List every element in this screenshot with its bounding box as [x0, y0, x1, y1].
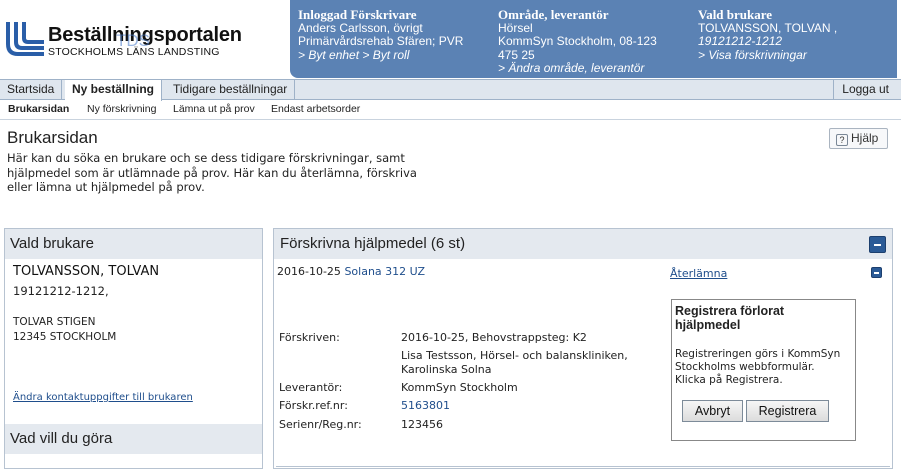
user-pnr: 19121212-1212, — [13, 284, 109, 298]
selected-user-panel-heading: Vald brukare — [5, 229, 262, 259]
selected-user-heading: Vald brukare — [698, 7, 773, 22]
supplier-label: Leverantör: — [279, 381, 343, 394]
prescriber-unit: Primärvårdsrehab Sfären; PVR — [298, 34, 464, 48]
collapse-panel-icon[interactable] — [869, 236, 886, 253]
page-description: Här kan du söka en brukare och se dess t… — [7, 151, 447, 195]
area-heading: Område, leverantör — [498, 7, 609, 22]
supplier-value: KommSyn Stockholm — [401, 381, 518, 394]
register-lost-text-line: Registreringen görs i KommSyn — [675, 348, 841, 360]
prescribed-aids-title: Förskrivna hjälpmedel (6 st) — [280, 235, 466, 252]
logout-button[interactable]: Logga ut — [833, 80, 897, 100]
register-lost-title: Registrera förlorat hjälpmedel — [675, 304, 784, 332]
subtab-brukarsidan[interactable]: Brukarsidan — [8, 103, 69, 115]
selected-user-pnr: 19121212-1212 — [698, 34, 783, 48]
logged-in-prescriber: Inloggad Förskrivare Anders Carlsson, öv… — [298, 8, 498, 62]
main-tabs: Startsida Ny beställning Tidigare bestäl… — [0, 79, 901, 101]
help-icon: ? — [836, 134, 848, 146]
selected-user: Vald brukare TOLVANSSON, TOLVAN , 191212… — [698, 8, 893, 62]
logo-overlay: TDS — [116, 31, 150, 50]
area-name: Hörsel — [498, 20, 533, 35]
prescriber-heading: Inloggad Förskrivare — [298, 7, 417, 22]
sll-logo-icon — [6, 22, 44, 56]
change-area-link[interactable]: > Ändra område, leverantör — [498, 61, 688, 76]
serial-label: Serienr/Reg.nr: — [279, 418, 362, 431]
help-label: Hjälp — [851, 131, 879, 145]
ref-value-link[interactable]: 5163801 — [401, 399, 450, 413]
page-description-line: eller lämna ut hjälpmedel på prov. — [7, 180, 205, 194]
prescribed-aids-panel: Förskrivna hjälpmedel (6 st) 2016-10-25 … — [273, 228, 893, 469]
info-bar: Inloggad Förskrivare Anders Carlsson, öv… — [290, 0, 897, 78]
change-unit-role-link[interactable]: > Byt enhet > Byt roll — [298, 48, 498, 63]
area-supplier: Område, leverantör Hörsel KommSyn Stockh… — [498, 8, 688, 76]
selected-user-name: TOLVANSSON, TOLVAN , — [698, 20, 838, 35]
serial-value: 123456 — [401, 418, 443, 431]
prescriber-name: Anders Carlsson, övrigt — [298, 20, 423, 35]
supplier-name: KommSyn Stockholm, 08-123 — [498, 34, 657, 48]
selected-user-panel: Vald brukare TOLVANSSON, TOLVAN 19121212… — [4, 228, 263, 469]
page-title: Brukarsidan — [7, 128, 98, 147]
subtab-lamna-ut-pa-prov[interactable]: Lämna ut på prov — [173, 103, 255, 115]
subtab-ny-forskrivning[interactable]: Ny förskrivning — [87, 103, 156, 115]
prescriber-line1: Lisa Testsson, Hörsel- och balansklinike… — [401, 349, 628, 362]
aid-date: 2016-10-25 — [277, 265, 341, 278]
page-description-line: hjälpmedel som är utlämnade på prov. Här… — [7, 165, 417, 180]
user-city: 12345 STOCKHOLM — [13, 331, 117, 343]
header: Beställningsportalen STOCKHOLMS LÄNS LAN… — [0, 0, 901, 80]
edit-contact-link[interactable]: Ändra kontaktuppgifter till brukaren — [13, 392, 193, 403]
what-to-do-heading: Vad vill du göra — [5, 424, 262, 454]
prescriber-line2: Karolinska Solna — [401, 363, 492, 376]
register-button[interactable]: Registrera — [746, 400, 829, 422]
tab-tidigare-bestallningar[interactable]: Tidigare beställningar — [166, 80, 296, 100]
sub-tabs: Brukarsidan Ny förskrivning Lämna ut på … — [0, 100, 901, 120]
aid-header: 2016-10-25 Solana 312 UZ — [277, 265, 425, 278]
collapse-item-icon[interactable] — [871, 267, 882, 278]
cancel-button[interactable]: Avbryt — [682, 400, 743, 422]
register-lost-text-line: Stockholms webbformulär. — [675, 361, 815, 373]
prescribed-value: 2016-10-25, Behovstrappsteg: K2 — [401, 331, 587, 344]
prescribed-aids-heading: Förskrivna hjälpmedel (6 st) — [274, 229, 892, 259]
page-description-line: Här kan du söka en brukare och se dess t… — [7, 151, 405, 165]
tab-startsida[interactable]: Startsida — [0, 80, 63, 100]
user-street: TOLVAR STIGEN — [13, 316, 96, 328]
supplier-phone: 475 25 — [498, 47, 535, 62]
register-lost-title-line: hjälpmedel — [675, 318, 741, 332]
subtab-endast-arbetsorder[interactable]: Endast arbetsorder — [271, 103, 360, 115]
tab-ny-bestallning[interactable]: Ny beställning — [65, 80, 163, 101]
prescribed-aid-item: 2016-10-25 Solana 312 UZ Återlämna Försk… — [276, 261, 890, 467]
register-lost-text-line: Klicka på Registrera. — [675, 374, 783, 386]
help-button[interactable]: ? Hjälp — [829, 128, 888, 149]
ref-label: Förskr.ref.nr: — [279, 399, 348, 412]
logo[interactable]: Beställningsportalen STOCKHOLMS LÄNS LAN… — [0, 0, 290, 80]
show-prescriptions-link[interactable]: > Visa förskrivningar — [698, 48, 893, 63]
aid-product-link[interactable]: Solana 312 UZ — [344, 265, 425, 278]
register-lost-aid-box: Registrera förlorat hjälpmedel Registrer… — [671, 299, 856, 441]
return-link[interactable]: Återlämna — [670, 267, 727, 280]
prescribed-label: Förskriven: — [279, 331, 340, 344]
register-lost-text: Registreringen görs i KommSyn Stockholms… — [675, 348, 855, 387]
user-name: TOLVANSSON, TOLVAN — [13, 264, 160, 279]
register-lost-title-line: Registrera förlorat — [675, 304, 785, 318]
